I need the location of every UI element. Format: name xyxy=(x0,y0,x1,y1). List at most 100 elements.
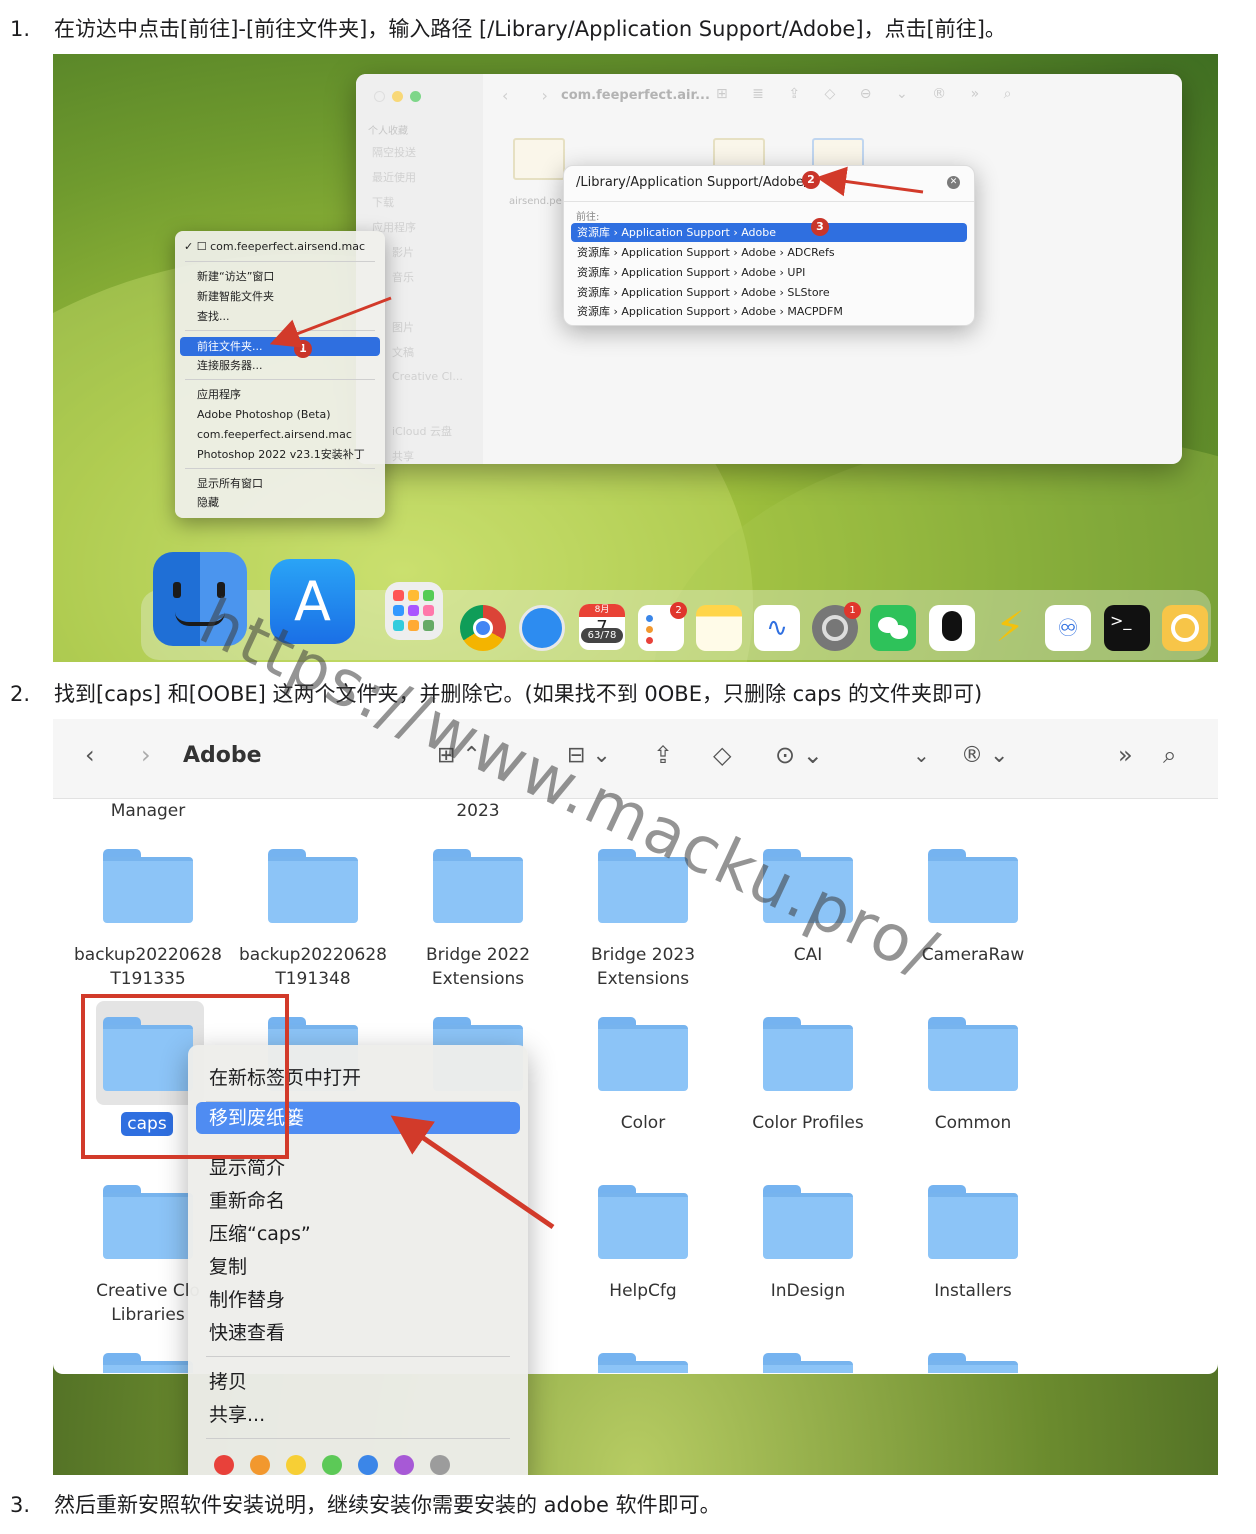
calendar-month: 8月 xyxy=(579,604,625,617)
calendar-icon[interactable]: 8月 7 63/78 xyxy=(579,604,625,650)
goto-result[interactable]: 资源库 › Application Support › Adobe xyxy=(571,223,967,242)
tag-color-dot[interactable] xyxy=(394,1455,414,1475)
reminders-badge: 2 xyxy=(670,602,687,619)
dock-context-menu: ✓ ☐ com.feeperfect.airsend.mac 新建“访达”窗口 … xyxy=(175,231,385,518)
back-icon[interactable]: ‹ xyxy=(85,741,95,769)
more-icon[interactable]: ⊙ ⌄ xyxy=(775,741,823,769)
menu-item[interactable]: 应用程序 xyxy=(180,385,380,404)
screenshot-goto-folder: 个人收藏 隔空投送 最近使用 下载 应用程序 影片 音乐 图片 文稿 Creat… xyxy=(53,54,1218,662)
folder-icon[interactable] xyxy=(268,849,358,923)
folder-icon[interactable] xyxy=(763,1353,853,1373)
menu-item[interactable]: 拷贝 xyxy=(196,1366,520,1398)
launchpad-grid xyxy=(393,590,434,631)
folder-icon[interactable] xyxy=(103,849,193,923)
menu-item[interactable]: 新建智能文件夹 xyxy=(180,287,380,306)
menu-item[interactable]: 新建“访达”窗口 xyxy=(180,267,380,286)
tag-color-dot[interactable] xyxy=(358,1455,378,1475)
folder-icon[interactable] xyxy=(928,1353,1018,1373)
marker-2: 2 xyxy=(802,171,820,189)
menu-item[interactable]: 查找... xyxy=(180,307,380,326)
tag-color-dot[interactable] xyxy=(250,1455,270,1475)
menu-divider xyxy=(206,1356,510,1357)
menu-item[interactable]: Adobe Photoshop (Beta) xyxy=(180,405,380,424)
menu-item[interactable]: Photoshop 2022 v23.1安装补丁 xyxy=(180,445,380,464)
menu-item[interactable]: com.feeperfect.airsend.mac xyxy=(180,425,380,444)
folder-label: Color xyxy=(620,1113,666,1133)
folder-icon[interactable] xyxy=(928,1185,1018,1259)
launchpad-icon[interactable] xyxy=(385,582,443,640)
folder-icon[interactable] xyxy=(928,1017,1018,1091)
divider xyxy=(564,201,974,202)
folder-icon[interactable] xyxy=(433,849,523,923)
baidu-netdisk-icon[interactable]: ♾ xyxy=(1045,605,1091,651)
goto-path-input[interactable]: /Library/Application Support/Adobe/ xyxy=(576,175,808,190)
folder-icon[interactable] xyxy=(763,849,853,923)
menu-item[interactable]: 快速查看 xyxy=(196,1317,520,1349)
finder-icon[interactable] xyxy=(153,552,247,646)
goto-result[interactable]: 资源库 › Application Support › Adobe › SLSt… xyxy=(571,283,967,302)
tag-color-dot[interactable] xyxy=(286,1455,306,1475)
goto-result[interactable]: 资源库 › Application Support › Adobe › ADCR… xyxy=(571,243,967,262)
finder-toolbar: ‹ › Adobe ⊞ ⌃ ⊟ ⌄ ⇪ ◇ ⊙ ⌄ ⌄ ® ⌄ » ⌕ xyxy=(53,719,1218,799)
chevron-down-icon[interactable]: ⌄ xyxy=(913,743,930,767)
step-text: 找到[caps] 和[OOBE] 这两个文件夹，并删除它。(如果找不到 0OBE… xyxy=(54,682,983,706)
forward-icon[interactable]: › xyxy=(141,741,151,769)
folder-icon[interactable] xyxy=(598,1185,688,1259)
tag-icon[interactable]: ◇ xyxy=(713,741,731,769)
folder-icon[interactable] xyxy=(103,1185,193,1259)
folder-icon[interactable] xyxy=(763,1185,853,1259)
group-icon[interactable]: ⊟ ⌄ xyxy=(567,743,611,768)
overflow-icon[interactable]: » xyxy=(1118,741,1133,769)
menu-item[interactable]: 压缩“caps” xyxy=(196,1218,520,1250)
tag-color-dot[interactable] xyxy=(430,1455,450,1475)
safari-icon[interactable] xyxy=(519,605,565,651)
orange-app-icon[interactable] xyxy=(1162,605,1208,651)
settings-badge: 1 xyxy=(844,602,861,619)
folder-icon[interactable] xyxy=(598,849,688,923)
menu-item-goto-folder[interactable]: 前往文件夹... xyxy=(180,337,380,356)
terminal-icon[interactable]: >_ xyxy=(1104,605,1150,651)
folder-label: Bridge 2022 Extensions xyxy=(425,945,531,989)
folder-icon[interactable] xyxy=(103,1353,193,1373)
tag-color-dot[interactable] xyxy=(322,1455,342,1475)
menu-item[interactable]: 复制 xyxy=(196,1251,520,1283)
goto-result[interactable]: 资源库 › Application Support › Adobe › UPI xyxy=(571,263,967,282)
menu-item[interactable]: 制作替身 xyxy=(196,1284,520,1316)
clear-icon[interactable]: ✕ xyxy=(947,176,960,189)
folder-icon[interactable] xyxy=(598,1017,688,1091)
menu-item[interactable]: 隐藏 xyxy=(180,493,380,512)
calendar-badge: 63/78 xyxy=(581,628,623,643)
folder-label: Installers xyxy=(934,1281,1012,1301)
goto-result[interactable]: 资源库 › Application Support › Adobe › MACP… xyxy=(571,302,967,321)
folder-icon[interactable] xyxy=(928,849,1018,923)
screenshot-delete-caps: ‹ › Adobe ⊞ ⌃ ⊟ ⌄ ⇪ ◇ ⊙ ⌄ ⌄ ® ⌄ » ⌕ Mana… xyxy=(53,719,1218,1475)
folder-icon[interactable] xyxy=(598,1353,688,1373)
search-icon[interactable]: ⌕ xyxy=(1163,741,1176,769)
menu-item[interactable]: 重新命名 xyxy=(196,1185,520,1217)
qq-icon[interactable] xyxy=(929,605,975,651)
folder-label: CameraRaw xyxy=(921,945,1025,965)
menu-item[interactable]: 连接服务器... xyxy=(180,356,380,375)
menu-divider xyxy=(185,468,375,469)
goto-label: 前往: xyxy=(576,212,600,223)
chrome-icon[interactable] xyxy=(460,605,506,651)
folder-icon[interactable] xyxy=(763,1017,853,1091)
menu-item[interactable]: 显示所有窗口 xyxy=(180,474,380,493)
notes-icon[interactable] xyxy=(696,605,742,651)
view-grid-icon[interactable]: ⊞ ⌃ xyxy=(437,743,481,768)
registered-icon[interactable]: ® ⌄ xyxy=(961,743,1008,768)
menu-divider xyxy=(185,261,375,262)
step-number: 1. xyxy=(10,17,31,41)
freeform-icon[interactable]: ∿ xyxy=(754,605,800,651)
step-number: 2. xyxy=(10,682,31,706)
menu-item-window[interactable]: ✓ ☐ com.feeperfect.airsend.mac xyxy=(180,237,380,256)
step-2: 2. 找到[caps] 和[OOBE] 这两个文件夹，并删除它。(如果找不到 0… xyxy=(10,679,982,709)
tag-color-dot[interactable] xyxy=(214,1455,234,1475)
folder-label: Manager xyxy=(110,801,186,821)
menu-item[interactable]: 共享... xyxy=(196,1399,520,1431)
folder-label: InDesign xyxy=(770,1281,846,1301)
wechat-icon[interactable] xyxy=(870,605,916,651)
app-store-icon[interactable]: A xyxy=(270,559,355,644)
lightning-app-icon[interactable]: ⚡ xyxy=(987,603,1033,651)
share-icon[interactable]: ⇪ xyxy=(653,741,673,769)
